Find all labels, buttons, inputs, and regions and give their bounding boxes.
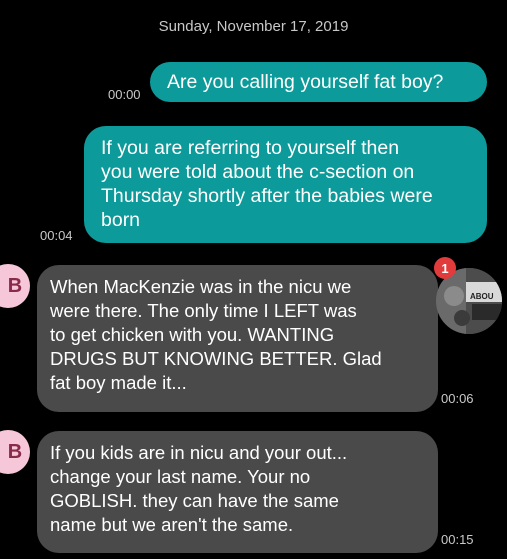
message-timestamp: 00:15 [441, 532, 474, 547]
outgoing-message-bubble[interactable]: Are you calling yourself fat boy? [150, 62, 487, 102]
contact-photo-text: ABOU [470, 292, 494, 301]
notification-badge: 1 [434, 257, 456, 279]
message-timestamp: 00:00 [108, 87, 141, 102]
outgoing-message-bubble[interactable]: If you are referring to yourself then yo… [84, 126, 487, 243]
contact-avatar[interactable]: B [0, 264, 30, 308]
incoming-message-bubble[interactable]: If you kids are in nicu and your out... … [37, 431, 438, 553]
contact-avatar[interactable]: B [0, 430, 30, 474]
message-timestamp: 00:04 [40, 228, 73, 243]
date-header: Sunday, November 17, 2019 [158, 18, 349, 35]
message-timestamp: 00:06 [441, 391, 474, 406]
incoming-message-bubble[interactable]: When MacKenzie was in the nicu we were t… [37, 265, 438, 412]
